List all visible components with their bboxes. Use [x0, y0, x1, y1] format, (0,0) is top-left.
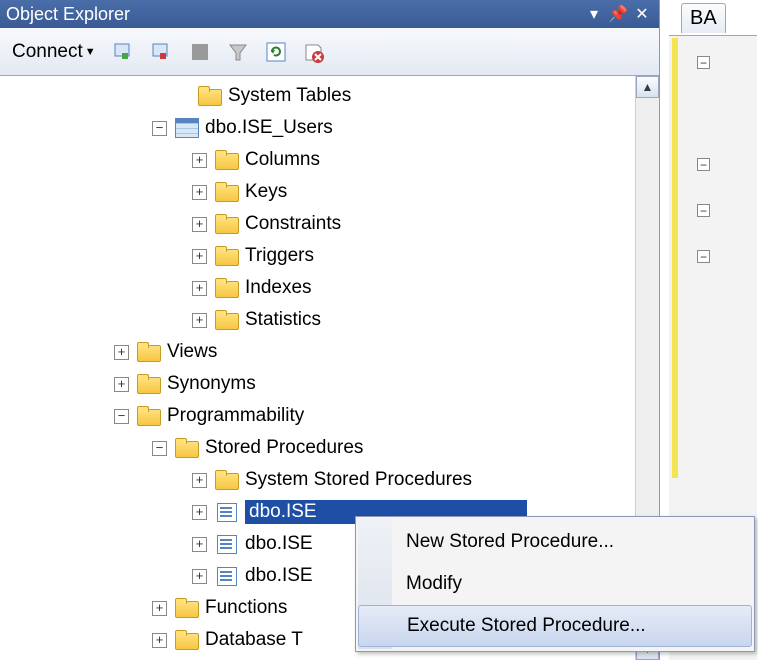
script-error-icon[interactable]: [300, 38, 328, 66]
collapse-icon[interactable]: −: [152, 121, 167, 136]
context-menu: New Stored Procedure... Modify Execute S…: [355, 516, 755, 652]
expand-icon[interactable]: +: [192, 569, 207, 584]
dropdown-arrow-icon[interactable]: ▾: [583, 3, 605, 25]
folder-icon: [175, 630, 199, 650]
menu-item-modify[interactable]: Modify: [358, 563, 752, 605]
collapse-icon[interactable]: −: [114, 409, 129, 424]
folder-icon: [215, 246, 239, 266]
tree-node-statistics[interactable]: + Statistics: [0, 304, 659, 336]
close-icon[interactable]: ✕: [631, 3, 653, 25]
connect-server-icon[interactable]: [110, 38, 138, 66]
expand-icon[interactable]: +: [192, 185, 207, 200]
tree-node-keys[interactable]: + Keys: [0, 176, 659, 208]
folder-icon: [215, 310, 239, 330]
expand-icon[interactable]: +: [192, 153, 207, 168]
expand-icon[interactable]: +: [192, 281, 207, 296]
folder-icon: [137, 342, 161, 362]
refresh-icon[interactable]: [262, 38, 290, 66]
fold-icon[interactable]: −: [697, 158, 710, 171]
panel-titlebar: Object Explorer ▾ 📌 ✕: [0, 0, 659, 28]
toolbar: Connect ▼: [0, 28, 659, 76]
tree-node-columns[interactable]: + Columns: [0, 144, 659, 176]
modified-indicator: [672, 38, 678, 478]
expand-icon[interactable]: +: [114, 345, 129, 360]
expand-icon[interactable]: +: [192, 313, 207, 328]
folder-icon: [215, 182, 239, 202]
table-icon: [175, 118, 199, 138]
folder-icon: [137, 406, 161, 426]
expand-icon[interactable]: +: [192, 537, 207, 552]
collapse-icon[interactable]: −: [152, 441, 167, 456]
scroll-up-icon[interactable]: ▲: [636, 76, 659, 98]
expand-icon[interactable]: +: [114, 377, 129, 392]
chevron-down-icon: ▼: [85, 46, 96, 58]
disconnect-server-icon[interactable]: [148, 38, 176, 66]
stored-procedure-icon: [215, 534, 239, 554]
tree-node-indexes[interactable]: + Indexes: [0, 272, 659, 304]
connect-button[interactable]: Connect ▼: [8, 39, 100, 65]
stop-icon[interactable]: [186, 38, 214, 66]
tree-node-views[interactable]: + Views: [0, 336, 659, 368]
tree-node-system-stored-procedures[interactable]: + System Stored Procedures: [0, 464, 659, 496]
tree-node-system-tables[interactable]: System Tables: [0, 80, 659, 112]
stored-procedure-icon: [215, 502, 239, 522]
folder-icon: [215, 150, 239, 170]
editor-tab[interactable]: BA: [681, 3, 726, 33]
folder-icon: [215, 278, 239, 298]
tree-node-ise-users[interactable]: − dbo.ISE_Users: [0, 112, 659, 144]
tree-node-triggers[interactable]: + Triggers: [0, 240, 659, 272]
menu-item-execute-stored-procedure[interactable]: Execute Stored Procedure...: [358, 605, 752, 647]
folder-icon: [175, 438, 199, 458]
expand-icon[interactable]: +: [152, 633, 167, 648]
panel-title: Object Explorer: [6, 4, 581, 25]
pin-icon[interactable]: 📌: [607, 3, 629, 25]
folder-icon: [198, 86, 222, 106]
filter-icon[interactable]: [224, 38, 252, 66]
expand-icon[interactable]: +: [192, 473, 207, 488]
folder-icon: [137, 374, 161, 394]
folder-icon: [175, 598, 199, 618]
stored-procedure-icon: [215, 566, 239, 586]
folder-icon: [215, 214, 239, 234]
folder-icon: [215, 470, 239, 490]
expand-icon[interactable]: +: [192, 505, 207, 520]
fold-icon[interactable]: −: [697, 204, 710, 217]
menu-item-new-stored-procedure[interactable]: New Stored Procedure...: [358, 521, 752, 563]
expand-icon[interactable]: +: [152, 601, 167, 616]
tree-node-stored-procedures[interactable]: − Stored Procedures: [0, 432, 659, 464]
expand-icon[interactable]: +: [192, 217, 207, 232]
tree-node-programmability[interactable]: − Programmability: [0, 400, 659, 432]
tree-node-constraints[interactable]: + Constraints: [0, 208, 659, 240]
fold-icon[interactable]: −: [697, 56, 710, 69]
fold-icon[interactable]: −: [697, 250, 710, 263]
expand-icon[interactable]: +: [192, 249, 207, 264]
tree-node-synonyms[interactable]: + Synonyms: [0, 368, 659, 400]
